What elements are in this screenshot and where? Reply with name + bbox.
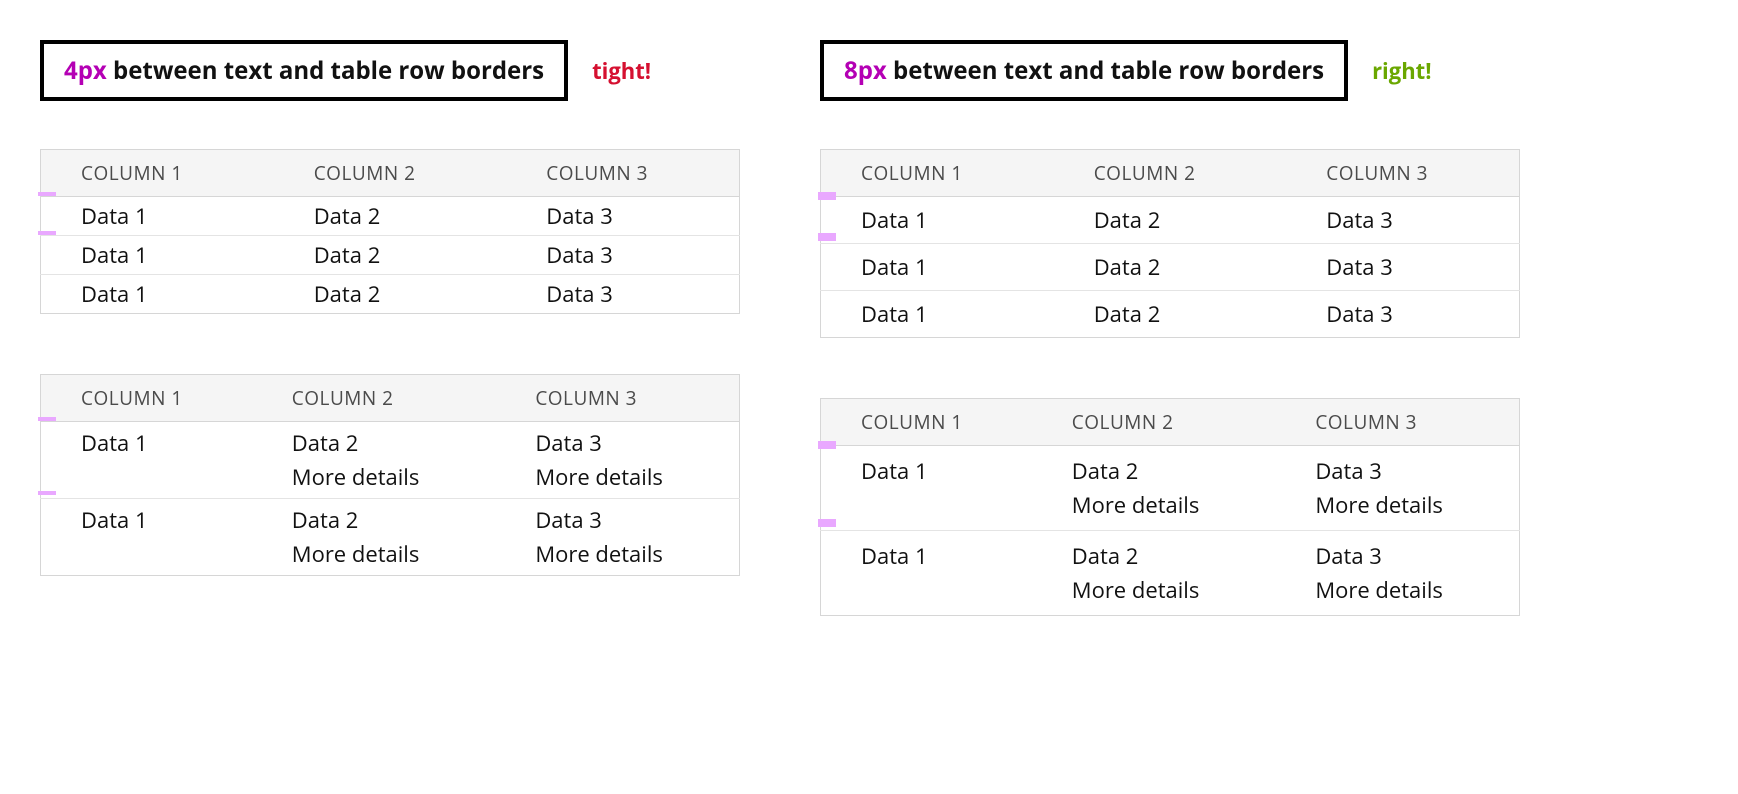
table-cell: Data 2More details [252, 422, 496, 499]
table-cell: Data 3 [506, 275, 739, 314]
column-8px: 8px between text and table row borders r… [820, 40, 1520, 676]
heading-box-8px: 8px between text and table row borders [820, 40, 1348, 101]
table-wrap-simple-4px: COLUMN 1 COLUMN 2 COLUMN 3 Data 1 Data 2… [40, 149, 740, 314]
heading-8px: 8px between text and table row borders r… [820, 40, 1520, 101]
heading-4px: 4px between text and table row borders t… [40, 40, 740, 101]
column-4px: 4px between text and table row borders t… [40, 40, 740, 676]
px-value: 4px [64, 54, 107, 87]
table-header-row: COLUMN 1 COLUMN 2 COLUMN 3 [821, 399, 1520, 446]
table-cell: Data 1 [41, 499, 252, 576]
column-header: COLUMN 3 [1286, 150, 1519, 197]
table-cell: Data 1 [821, 197, 1054, 244]
padding-marker-bottom-8px [818, 519, 836, 527]
table-simple-8px: COLUMN 1 COLUMN 2 COLUMN 3 Data 1 Data 2… [820, 149, 1520, 338]
table-cell: Data 3 [1286, 291, 1519, 338]
padding-marker-bottom-4px [38, 231, 56, 235]
table-cell: Data 1 [41, 275, 274, 314]
padding-marker-top-8px [818, 192, 836, 200]
padding-marker-top-4px [38, 192, 56, 196]
table-cell: Data 3 [1286, 244, 1519, 291]
table-cell: Data 1 [821, 446, 1032, 531]
table-cell: Data 3More details [1275, 531, 1519, 616]
column-header: COLUMN 1 [41, 150, 274, 197]
table-cell: Data 3 [506, 236, 739, 275]
column-header: COLUMN 1 [821, 150, 1054, 197]
heading-text: between text and table row borders [887, 54, 1324, 87]
table-cell: Data 3More details [495, 422, 739, 499]
table-row: Data 1 Data 2More details Data 3More det… [41, 499, 740, 576]
column-header: COLUMN 1 [41, 375, 252, 422]
heading-box-4px: 4px between text and table row borders [40, 40, 568, 101]
table-cell: Data 2 [1054, 291, 1287, 338]
table-cell: Data 3More details [1275, 446, 1519, 531]
table-wrap-detail-4px: COLUMN 1 COLUMN 2 COLUMN 3 Data 1 Data 2… [40, 374, 740, 576]
column-header: COLUMN 3 [1275, 399, 1519, 446]
table-cell: Data 1 [821, 531, 1032, 616]
table-cell: Data 2 [274, 275, 507, 314]
table-row: Data 1 Data 2 Data 3 [821, 244, 1520, 291]
table-header-row: COLUMN 1 COLUMN 2 COLUMN 3 [41, 150, 740, 197]
column-header: COLUMN 2 [1032, 399, 1276, 446]
column-header: COLUMN 2 [274, 150, 507, 197]
table-header-row: COLUMN 1 COLUMN 2 COLUMN 3 [821, 150, 1520, 197]
table-cell: Data 1 [821, 291, 1054, 338]
table-wrap-detail-8px: COLUMN 1 COLUMN 2 COLUMN 3 Data 1 Data 2… [820, 398, 1520, 616]
padding-marker-bottom-8px [818, 233, 836, 241]
table-cell: Data 1 [41, 422, 252, 499]
column-header: COLUMN 2 [252, 375, 496, 422]
heading-note-tight: tight! [592, 56, 651, 86]
table-cell: Data 3 [1286, 197, 1519, 244]
table-cell: Data 2More details [252, 499, 496, 576]
table-cell: Data 1 [41, 236, 274, 275]
table-cell: Data 2More details [1032, 531, 1276, 616]
table-cell: Data 2More details [1032, 446, 1276, 531]
column-header: COLUMN 1 [821, 399, 1032, 446]
column-header: COLUMN 3 [506, 150, 739, 197]
padding-marker-top-4px [38, 417, 56, 421]
table-row: Data 1 Data 2 Data 3 [41, 275, 740, 314]
table-row: Data 1 Data 2 Data 3 [41, 236, 740, 275]
padding-marker-top-8px [818, 441, 836, 449]
table-row: Data 1 Data 2More details Data 3More det… [821, 531, 1520, 616]
table-wrap-simple-8px: COLUMN 1 COLUMN 2 COLUMN 3 Data 1 Data 2… [820, 149, 1520, 338]
table-cell: Data 2 [1054, 197, 1287, 244]
column-header: COLUMN 2 [1054, 150, 1287, 197]
table-cell: Data 3 [506, 197, 739, 236]
table-cell: Data 2 [274, 197, 507, 236]
table-header-row: COLUMN 1 COLUMN 2 COLUMN 3 [41, 375, 740, 422]
table-cell: Data 1 [821, 244, 1054, 291]
table-row: Data 1 Data 2More details Data 3More det… [41, 422, 740, 499]
table-cell: Data 2 [274, 236, 507, 275]
padding-marker-bottom-4px [38, 491, 56, 495]
table-cell: Data 2 [1054, 244, 1287, 291]
px-value: 8px [844, 54, 887, 87]
table-row: Data 1 Data 2 Data 3 [821, 197, 1520, 244]
heading-text: between text and table row borders [107, 54, 544, 87]
table-row: Data 1 Data 2 Data 3 [821, 291, 1520, 338]
table-row: Data 1 Data 2 Data 3 [41, 197, 740, 236]
table-row: Data 1 Data 2More details Data 3More det… [821, 446, 1520, 531]
table-detail-8px: COLUMN 1 COLUMN 2 COLUMN 3 Data 1 Data 2… [820, 398, 1520, 616]
heading-note-right: right! [1372, 56, 1431, 86]
table-detail-4px: COLUMN 1 COLUMN 2 COLUMN 3 Data 1 Data 2… [40, 374, 740, 576]
column-header: COLUMN 3 [495, 375, 739, 422]
table-cell: Data 1 [41, 197, 274, 236]
table-simple-4px: COLUMN 1 COLUMN 2 COLUMN 3 Data 1 Data 2… [40, 149, 740, 314]
table-cell: Data 3More details [495, 499, 739, 576]
